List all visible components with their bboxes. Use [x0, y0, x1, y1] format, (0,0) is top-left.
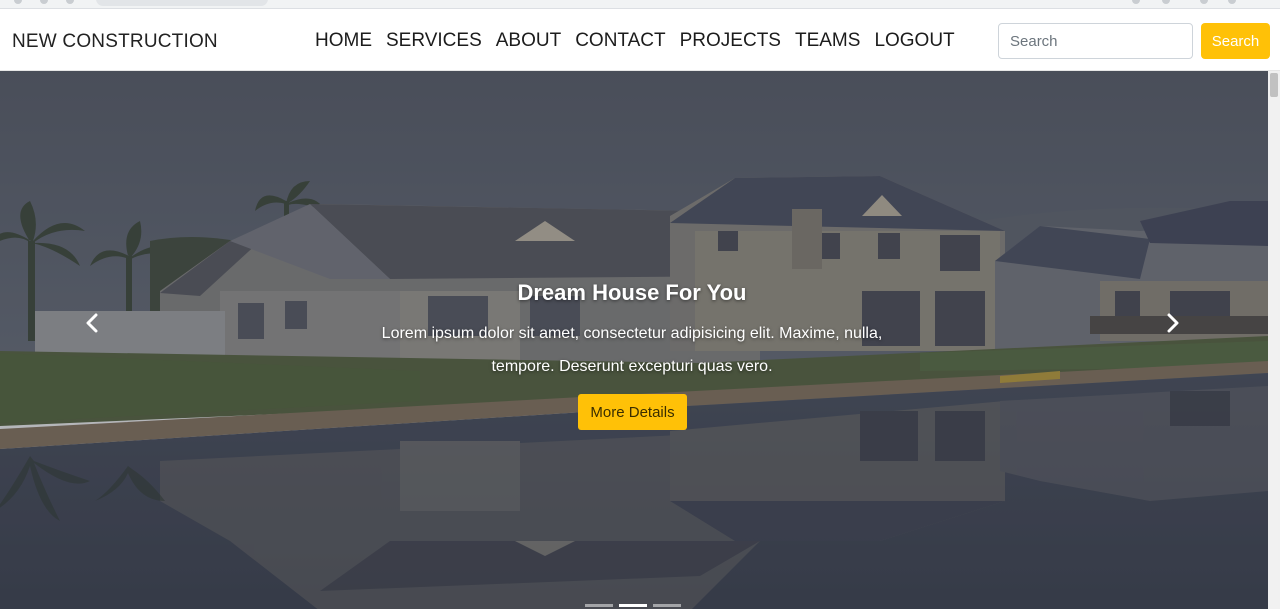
search-button[interactable]: Search	[1201, 23, 1270, 59]
scrollbar-thumb[interactable]	[1270, 73, 1278, 97]
carousel-next-button[interactable]	[1153, 308, 1193, 338]
profile-avatar-icon[interactable]	[1200, 0, 1208, 4]
browser-chrome-strip	[0, 0, 1280, 9]
hero-carousel: Dream House For You Lorem ipsum dolor si…	[0, 71, 1268, 609]
chevron-right-icon	[1167, 313, 1179, 333]
nav-link-services[interactable]: SERVICES	[379, 30, 489, 52]
nav-link-projects[interactable]: PROJECTS	[673, 30, 788, 52]
carousel-indicators	[585, 604, 681, 607]
carousel-indicator[interactable]	[585, 604, 613, 607]
extension-icon[interactable]	[1162, 0, 1170, 4]
more-details-button[interactable]: More Details	[578, 394, 687, 430]
forward-icon[interactable]	[40, 0, 48, 4]
profile-avatar-icon[interactable]	[1228, 0, 1236, 4]
nav-links: HOME SERVICES ABOUT CONTACT PROJECTS TEA…	[308, 10, 962, 71]
nav-link-contact[interactable]: CONTACT	[568, 30, 672, 52]
back-icon[interactable]	[14, 0, 22, 4]
hero-title: Dream House For You	[517, 280, 747, 305]
chevron-left-icon	[86, 313, 98, 333]
nav-link-teams[interactable]: TEAMS	[788, 30, 867, 52]
navbar: NEW CONSTRUCTION HOME SERVICES ABOUT CON…	[0, 10, 1280, 71]
reload-icon[interactable]	[66, 0, 74, 4]
carousel-caption: Dream House For You Lorem ipsum dolor si…	[0, 71, 1268, 609]
carousel-indicator-active[interactable]	[619, 604, 647, 607]
search-input[interactable]	[998, 23, 1193, 59]
page-scrollbar[interactable]	[1268, 71, 1280, 609]
nav-link-logout[interactable]: LOGOUT	[867, 30, 961, 52]
carousel-prev-button[interactable]	[72, 308, 112, 338]
extension-icon[interactable]	[1132, 0, 1140, 4]
carousel-indicator[interactable]	[653, 604, 681, 607]
nav-link-home[interactable]: HOME	[308, 30, 379, 52]
hero-text: Lorem ipsum dolor sit amet, consectetur …	[381, 325, 883, 375]
address-bar[interactable]	[96, 0, 268, 6]
brand-logo[interactable]: NEW CONSTRUCTION	[12, 31, 218, 53]
nav-link-about[interactable]: ABOUT	[489, 30, 568, 52]
